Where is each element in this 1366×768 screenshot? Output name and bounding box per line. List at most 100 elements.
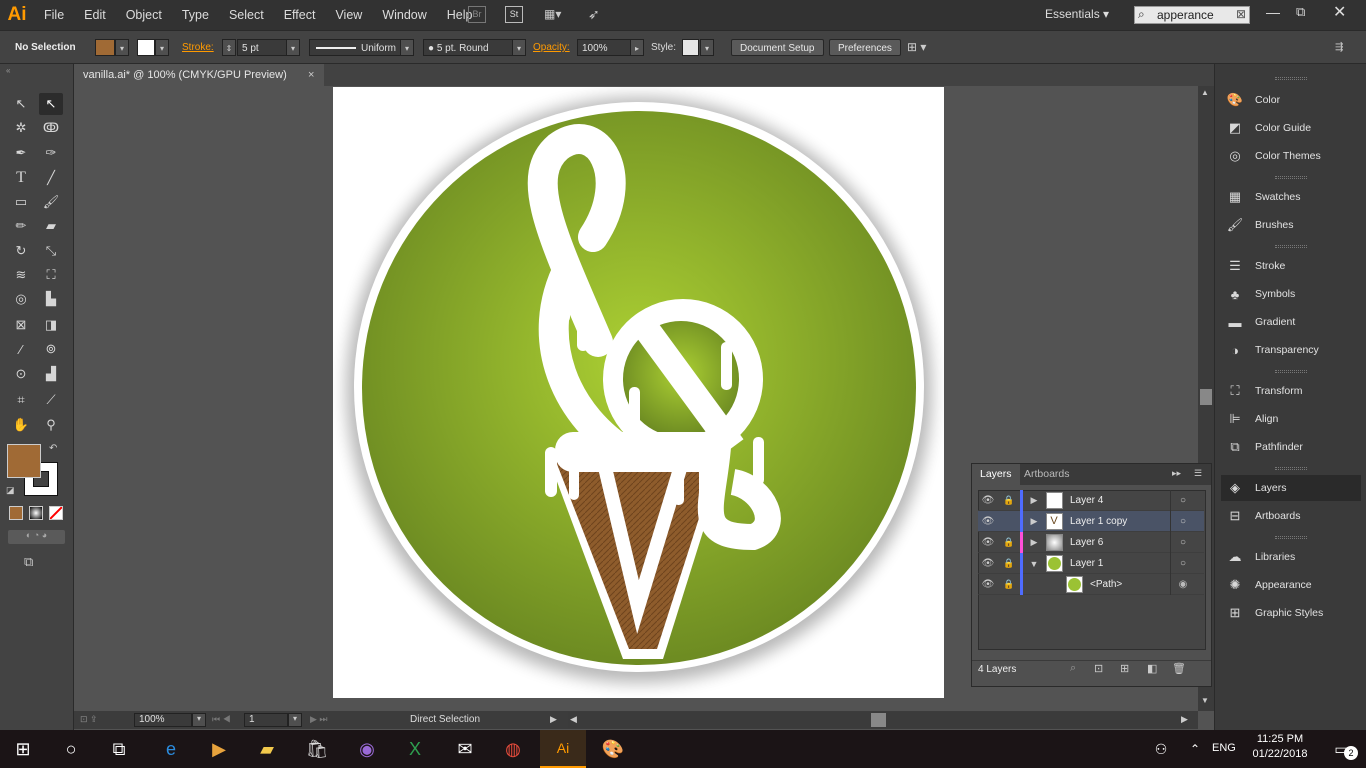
curvature-tool-icon[interactable]: ✑ [39, 142, 63, 164]
none-mode-icon[interactable] [49, 506, 63, 520]
lock-icon[interactable]: 🔒 [1000, 490, 1018, 511]
pencil-tool-icon[interactable]: ✏ [9, 215, 33, 237]
panel-layers[interactable]: ◈ Layers [1221, 475, 1361, 501]
document-setup-button[interactable]: Document Setup [731, 39, 824, 56]
stroke-stepper[interactable]: ⇕ [222, 39, 236, 56]
stroke-dropdown[interactable]: ▾ [155, 39, 169, 56]
visibility-eye-icon[interactable]: 👁 [978, 532, 998, 553]
magic-wand-icon[interactable]: ✲ [9, 117, 33, 139]
arrange-documents-icon[interactable]: ▦▾ [544, 7, 572, 23]
status-icons[interactable]: ⊡ ⇪ [80, 714, 98, 725]
visibility-eye-icon[interactable]: 👁 [978, 490, 998, 511]
path-name[interactable]: <Path> [1090, 574, 1122, 595]
status-menu-arrow[interactable]: ▶ [550, 714, 557, 725]
eyedropper-tool-icon[interactable]: ⁄ [9, 338, 33, 360]
mesh-tool-icon[interactable]: ⊠ [9, 314, 33, 336]
variable-width-profile[interactable]: Uniform [309, 39, 401, 56]
artboard-nav-prev[interactable]: ⏮ ◀ [212, 714, 231, 725]
vertical-scroll-thumb[interactable] [1200, 389, 1212, 405]
panel-color[interactable]: 🎨 Color [1221, 87, 1361, 113]
language-indicator[interactable]: ENG [1212, 742, 1236, 754]
horizontal-scroll-thumb[interactable] [871, 713, 886, 727]
panel-graphic-styles[interactable]: ⊞ Graphic Styles [1221, 600, 1361, 626]
search-input[interactable]: apperance [1134, 6, 1250, 24]
brush-dropdown[interactable]: ▾ [512, 39, 526, 56]
expand-arrow-icon[interactable]: ▶ [1026, 532, 1042, 553]
file-explorer-icon[interactable]: ▰ [244, 730, 290, 768]
tab-artboards[interactable]: Artboards [1016, 464, 1078, 485]
column-graph-icon[interactable]: ▟ [39, 363, 63, 385]
layer-name[interactable]: Layer 1 copy [1070, 511, 1127, 532]
eraser-tool-icon[interactable]: ▰ [39, 215, 63, 237]
target-circle-icon[interactable]: ○ [1176, 511, 1190, 532]
fill-swatch[interactable] [95, 39, 115, 56]
panel-brushes[interactable]: 🖌 Brushes [1221, 212, 1361, 238]
visibility-eye-icon[interactable]: 👁 [978, 511, 998, 532]
hand-tool-icon[interactable]: ✋ [9, 414, 33, 436]
direct-selection-tool-icon[interactable]: ↖ [39, 93, 63, 115]
bridge-icon[interactable]: Br [468, 6, 486, 23]
brush-definition[interactable]: ● 5 pt. Round [423, 39, 513, 56]
opacity-field[interactable]: 100% [577, 39, 631, 56]
menu-view[interactable]: View [325, 0, 372, 30]
menu-type[interactable]: Type [172, 0, 219, 30]
target-circle-icon[interactable]: ○ [1176, 532, 1190, 553]
panel-menu-icon[interactable]: ☰ [1194, 468, 1202, 479]
clear-search-icon[interactable]: ⊠ [1236, 7, 1246, 21]
trash-icon[interactable]: 🗑 [1172, 662, 1186, 675]
line-tool-icon[interactable]: ╱ [39, 167, 63, 189]
layer-name[interactable]: Layer 6 [1070, 532, 1103, 553]
stock-icon[interactable]: St [505, 6, 523, 23]
opacity-arrow[interactable]: ▸ [630, 39, 644, 56]
panel-swatches[interactable]: ▦ Swatches [1221, 184, 1361, 210]
artboard[interactable] [333, 87, 944, 698]
default-colors-icon[interactable]: ◪ [6, 485, 15, 496]
new-layer-icon[interactable]: ◧ [1147, 662, 1157, 675]
profile-dropdown[interactable]: ▾ [400, 39, 414, 56]
collapse-tools-icon[interactable]: « [6, 66, 10, 75]
zoom-field[interactable]: 100% [134, 713, 192, 727]
layer-row[interactable]: 👁 ▶ V Layer 1 copy ○ [978, 511, 1204, 532]
clipping-mask-icon[interactable]: ⊡ [1094, 662, 1103, 675]
gradient-mode-icon[interactable] [29, 506, 43, 520]
paint-app-icon[interactable]: 🎨 [590, 730, 636, 768]
panel-pathfinder[interactable]: ⧉ Pathfinder [1221, 434, 1361, 460]
cortana-icon[interactable]: ○ [48, 730, 94, 768]
gpu-performance-icon[interactable]: ➶ [588, 6, 608, 24]
panel-artboards[interactable]: ⊟ Artboards [1221, 503, 1361, 529]
panel-transform[interactable]: ⛶ Transform [1221, 378, 1361, 404]
lock-icon[interactable]: 🔒 [1000, 553, 1018, 574]
artboard-nav-next[interactable]: ▶ ⏭ [310, 714, 328, 725]
panel-symbols[interactable]: ♣ Symbols [1221, 281, 1361, 307]
chrome-icon[interactable]: ◍ [490, 730, 536, 768]
menu-object[interactable]: Object [116, 0, 172, 30]
menu-window[interactable]: Window [372, 0, 436, 30]
layer-row[interactable]: 👁 🔒 ▶ Layer 6 ○ [978, 532, 1204, 553]
target-circle-icon[interactable]: ○ [1176, 490, 1190, 511]
panel-libraries[interactable]: ☁ Libraries [1221, 544, 1361, 570]
close-window-button[interactable]: ✕ [1333, 2, 1346, 22]
stroke-weight-field[interactable]: 5 pt [237, 39, 287, 56]
stroke-label[interactable]: Stroke: [182, 39, 214, 56]
panel-align[interactable]: ⊫ Align [1221, 406, 1361, 432]
collapse-arrow-icon[interactable]: ▼ [1026, 553, 1042, 574]
artboard-dropdown[interactable]: ▾ [288, 713, 302, 727]
screen-mode-icon[interactable]: ⧉ [24, 554, 33, 570]
layer-row[interactable]: 👁 🔒 ▶ Layer 4 ○ [978, 490, 1204, 511]
warp-tool-icon[interactable]: ≋ [9, 264, 33, 286]
media-player-icon[interactable]: ▶ [196, 730, 242, 768]
expand-arrow-icon[interactable]: ▶ [1026, 490, 1042, 511]
torrent-app-icon[interactable]: ◉ [344, 730, 390, 768]
menu-edit[interactable]: Edit [74, 0, 116, 30]
opacity-label[interactable]: Opacity: [533, 39, 570, 56]
artboard-number-field[interactable]: 1 [244, 713, 288, 727]
panel-stroke[interactable]: ☰ Stroke [1221, 253, 1361, 279]
preferences-button[interactable]: Preferences [829, 39, 901, 56]
store-icon[interactable]: 🛍 [294, 730, 340, 768]
lock-icon[interactable]: 🔒 [1000, 574, 1018, 595]
pen-tool-icon[interactable]: ✒ [9, 142, 33, 164]
visibility-eye-icon[interactable]: 👁 [978, 574, 998, 595]
draw-mode-icon[interactable]: ◐ ◔ ◕ [8, 530, 65, 544]
style-dropdown[interactable]: ▾ [700, 39, 714, 56]
restore-button[interactable]: ⧉ [1296, 4, 1305, 20]
